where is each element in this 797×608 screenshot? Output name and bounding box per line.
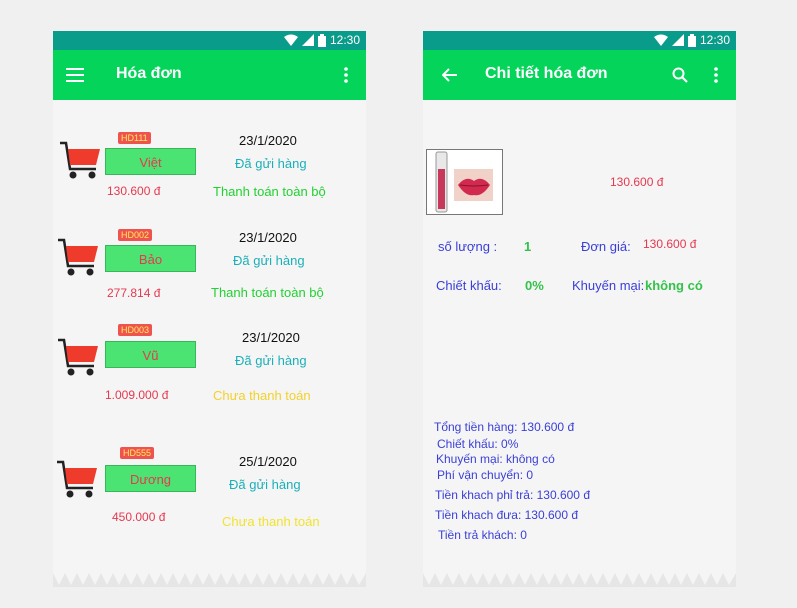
summary-subtotal: Tổng tiền hàng: 130.600 đ [434,420,575,434]
battery-icon [687,33,696,47]
discount-value: 0% [525,278,544,293]
payment-status: Chưa thanh toán [213,388,311,403]
shipping-status: Đã gửi hàng [235,353,307,368]
menu-icon[interactable] [63,63,87,87]
shopping-cart-icon [58,338,98,376]
shopping-cart-icon [58,238,98,276]
invoice-detail-screen: 12:30 Chi tiết hóa đơn 130.600 đ số lượn… [423,31,736,587]
signal-icon [671,34,684,46]
summary-customer-gave: Tiền khach đưa: 130.600 đ [435,508,579,522]
invoice-code-badge: HD555 [120,447,155,459]
status-bar: 12:30 [423,31,736,50]
app-bar: Chi tiết hóa đơn [423,50,736,100]
status-time: 12:30 [329,33,360,47]
search-icon[interactable] [668,63,692,87]
customer-name-button[interactable]: Dương [105,465,196,492]
more-options-icon[interactable] [704,63,728,87]
invoice-total: 277.814 đ [107,286,161,300]
status-time: 12:30 [699,33,730,47]
invoice-total: 1.009.000 đ [105,388,169,402]
product-price: 130.600 đ [610,175,664,189]
wifi-icon [653,34,668,46]
summary-promo: Khuyến mại: không có [436,452,555,466]
payment-status: Thanh toán toàn bộ [213,184,326,199]
page-title: Hóa đơn [116,65,182,82]
summary-shipping: Phí vận chuyển: 0 [437,468,534,482]
shipping-status: Đã gửi hàng [229,477,301,492]
invoice-code-badge: HD003 [118,324,153,336]
summary-customer-pays: Tiền khach phỉ trả: 130.600 đ [435,488,590,502]
status-bar: 12:30 [53,31,366,50]
page-title: Chi tiết hóa đơn [485,65,608,82]
wifi-icon [283,34,298,46]
back-arrow-icon[interactable] [438,63,462,87]
invoice-date: 23/1/2020 [239,133,297,148]
summary-change: Tiền trả khách: 0 [438,528,527,542]
battery-icon [317,33,326,47]
unit-price-value: 130.600 đ [643,237,697,251]
invoice-date: 23/1/2020 [242,330,300,345]
shipping-status: Đã gửi hàng [235,156,307,171]
quantity-value: 1 [524,239,532,254]
discount-label: Chiết khấu: [436,278,502,293]
promo-label: Khuyến mại: [572,278,645,293]
signal-icon [301,34,314,46]
customer-name-button[interactable]: Bảo [105,245,196,272]
torn-edge-divider [53,573,366,587]
customer-name-button[interactable]: Vũ [105,341,196,368]
invoice-date: 25/1/2020 [239,454,297,469]
payment-status: Thanh toán toàn bộ [211,285,324,300]
quantity-label: số lượng : [438,239,498,254]
invoice-code-badge: HD002 [118,229,153,241]
invoice-list: HD111 Việt 130.600 đ 23/1/2020 Đã gửi hà… [53,100,366,587]
unit-price-label: Đơn giá: [581,239,631,254]
invoice-total: 130.600 đ [107,184,161,198]
shopping-cart-icon [57,460,97,498]
invoice-date: 23/1/2020 [239,230,297,245]
shopping-cart-icon [60,141,100,179]
more-options-icon[interactable] [334,63,358,87]
invoice-code-badge: HD111 [118,132,151,144]
product-image [426,149,503,215]
invoice-detail-content: 130.600 đ số lượng : 1 Đơn giá: 130.600 … [423,100,736,587]
invoice-total: 450.000 đ [112,510,166,524]
app-bar: Hóa đơn [53,50,366,100]
promo-value: không có [645,278,703,293]
invoice-list-screen: 12:30 Hóa đơn HD111 Việt 130.600 đ 23/1/… [53,31,366,587]
customer-name-button[interactable]: Việt [105,148,196,175]
shipping-status: Đã gửi hàng [233,253,305,268]
payment-status: Chưa thanh toán [222,514,320,529]
summary-discount: Chiết khấu: 0% [437,437,519,451]
torn-edge-divider [423,573,736,587]
